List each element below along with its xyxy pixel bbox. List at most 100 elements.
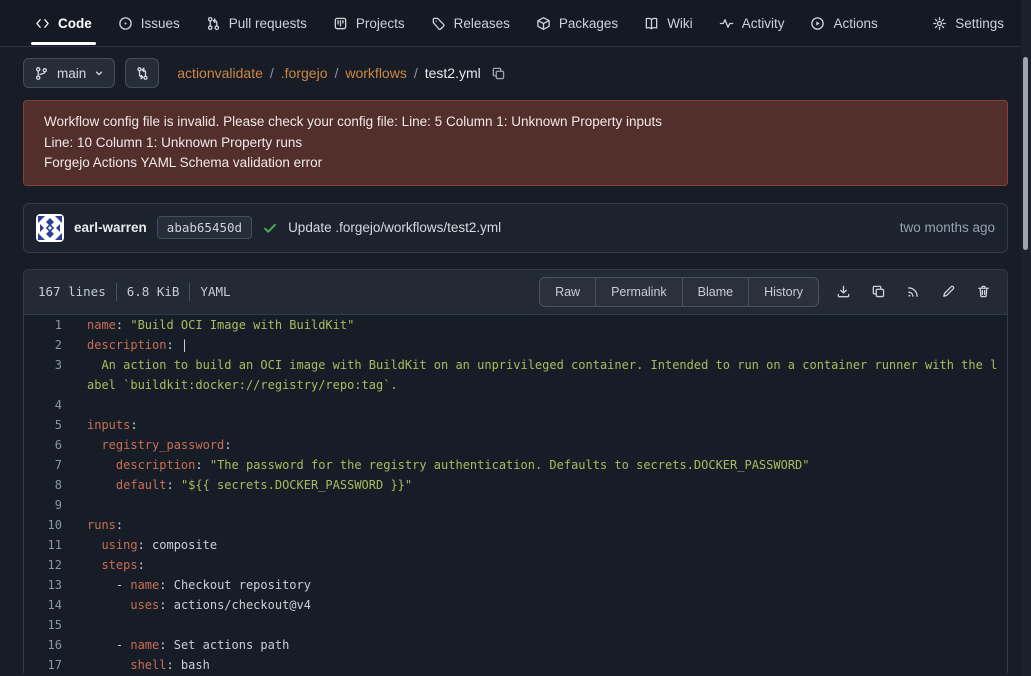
copy-button[interactable]: [869, 282, 888, 301]
line-number[interactable]: 14: [24, 595, 62, 615]
line-number[interactable]: 7: [24, 455, 62, 475]
tab-packages[interactable]: Packages: [523, 0, 631, 46]
file-meta-6-8-kib: 6.8 KiB: [127, 284, 180, 299]
tab-projects[interactable]: Projects: [320, 0, 418, 46]
breadcrumb-separator: /: [414, 65, 418, 81]
code-line: 15: [24, 615, 1007, 635]
branch-label: main: [57, 66, 86, 81]
tab-code[interactable]: Code: [22, 0, 105, 46]
tab-releases[interactable]: Releases: [418, 0, 523, 46]
line-number[interactable]: 9: [24, 495, 62, 515]
line-number[interactable]: 2: [24, 335, 62, 355]
delete-button[interactable]: [974, 282, 993, 301]
download-icon: [836, 284, 851, 299]
code-line: 12 steps:: [24, 555, 1007, 575]
breadcrumb-workflows[interactable]: workflows: [345, 65, 406, 81]
error-line: Forgejo Actions YAML Schema validation e…: [44, 153, 987, 174]
tab-wiki[interactable]: Wiki: [631, 0, 706, 46]
tab-pull-requests[interactable]: Pull requests: [193, 0, 320, 46]
commit-author[interactable]: earl-warren: [74, 220, 147, 235]
line-content: - name: Checkout repository: [62, 575, 1007, 595]
repo-tabs: Code Issues Pull requests Projects Releases P…: [0, 0, 1031, 47]
code-line: 4: [24, 395, 1007, 415]
tab-label: Settings: [955, 16, 1004, 31]
code-line: 5inputs:: [24, 415, 1007, 435]
commit-message[interactable]: Update .forgejo/workflows/test2.yml: [288, 220, 501, 235]
line-number[interactable]: 4: [24, 395, 62, 415]
line-content: steps:: [62, 555, 1007, 575]
download-button[interactable]: [834, 282, 853, 301]
breadcrumb-test2-yml: test2.yml: [425, 65, 481, 81]
breadcrumb--forgejo[interactable]: .forgejo: [281, 65, 328, 81]
permalink-button[interactable]: Permalink: [595, 278, 682, 306]
file-action-icons: [834, 282, 993, 301]
avatar[interactable]: [36, 214, 64, 242]
tab-issues[interactable]: Issues: [105, 0, 193, 46]
file-meta: 167 lines 6.8 KiB YAML: [38, 283, 231, 301]
compare-button[interactable]: [125, 58, 159, 88]
code-line: 8 default: "${{ secrets.DOCKER_PASSWORD …: [24, 475, 1007, 495]
line-content: [62, 615, 1007, 635]
check-icon[interactable]: [262, 220, 278, 236]
meta-divider: [189, 283, 190, 301]
code-line: 11 using: composite: [24, 535, 1007, 555]
copy-path-icon[interactable]: [491, 66, 506, 81]
line-content: default: "${{ secrets.DOCKER_PASSWORD }}…: [62, 475, 1007, 495]
line-content: description: |: [62, 335, 1007, 355]
history-button[interactable]: History: [748, 278, 818, 306]
file-header-actions: RawPermalinkBlameHistory: [539, 277, 993, 307]
actions-icon: [810, 16, 825, 31]
scrollbar-thumb[interactable]: [1023, 57, 1028, 250]
code-line: 17 shell: bash: [24, 655, 1007, 673]
rss-icon: [906, 284, 921, 299]
breadcrumb-actionvalidate[interactable]: actionvalidate: [177, 65, 263, 81]
settings-icon: [932, 16, 947, 31]
tab-activity[interactable]: Activity: [706, 0, 798, 46]
line-number[interactable]: 13: [24, 575, 62, 595]
chevron-down-icon: [94, 68, 104, 78]
tab-label: Issues: [141, 16, 180, 31]
scrollbar-track[interactable]: [1021, 0, 1031, 676]
error-line: Workflow config file is invalid. Please …: [44, 112, 987, 133]
line-number[interactable]: 3: [24, 355, 62, 395]
code-line: 1name: "Build OCI Image with BuildKit": [24, 315, 1007, 335]
line-number[interactable]: 17: [24, 655, 62, 673]
releases-icon: [431, 16, 446, 31]
code-icon: [35, 16, 50, 31]
edit-icon: [941, 284, 956, 299]
meta-divider: [116, 283, 117, 301]
line-number[interactable]: 1: [24, 315, 62, 335]
line-number[interactable]: 11: [24, 535, 62, 555]
tab-label: Packages: [559, 16, 618, 31]
line-number[interactable]: 10: [24, 515, 62, 535]
rss-button[interactable]: [904, 282, 923, 301]
tab-settings[interactable]: Settings: [919, 0, 1017, 46]
line-number[interactable]: 6: [24, 435, 62, 455]
copy-icon: [871, 284, 886, 299]
line-number[interactable]: 12: [24, 555, 62, 575]
blame-button[interactable]: Blame: [682, 278, 748, 306]
line-number[interactable]: 8: [24, 475, 62, 495]
line-number[interactable]: 5: [24, 415, 62, 435]
commit-hash-button[interactable]: abab65450d: [157, 216, 252, 239]
line-number[interactable]: 16: [24, 635, 62, 655]
tab-actions[interactable]: Actions: [797, 0, 890, 46]
tab-label: Projects: [356, 16, 405, 31]
raw-button[interactable]: Raw: [540, 278, 595, 306]
line-content: An action to build an OCI image with Bui…: [62, 355, 1007, 395]
error-banner: Workflow config file is invalid. Please …: [23, 100, 1008, 186]
latest-commit-bar: earl-warren abab65450d Update .forgejo/w…: [23, 203, 1008, 253]
file-meta-167-lines: 167 lines: [38, 284, 106, 299]
branch-selector[interactable]: main: [23, 58, 115, 88]
code-line: 10runs:: [24, 515, 1007, 535]
edit-button[interactable]: [939, 282, 958, 301]
tab-label: Pull requests: [229, 16, 307, 31]
tab-label: Code: [58, 16, 92, 31]
tab-label: Activity: [742, 16, 785, 31]
breadcrumb-separator: /: [270, 65, 274, 81]
line-number[interactable]: 15: [24, 615, 62, 635]
line-content: shell: bash: [62, 655, 1007, 673]
code-view: 1name: "Build OCI Image with BuildKit"2d…: [24, 315, 1007, 673]
file-meta-yaml: YAML: [200, 284, 230, 299]
line-content: - name: Set actions path: [62, 635, 1007, 655]
